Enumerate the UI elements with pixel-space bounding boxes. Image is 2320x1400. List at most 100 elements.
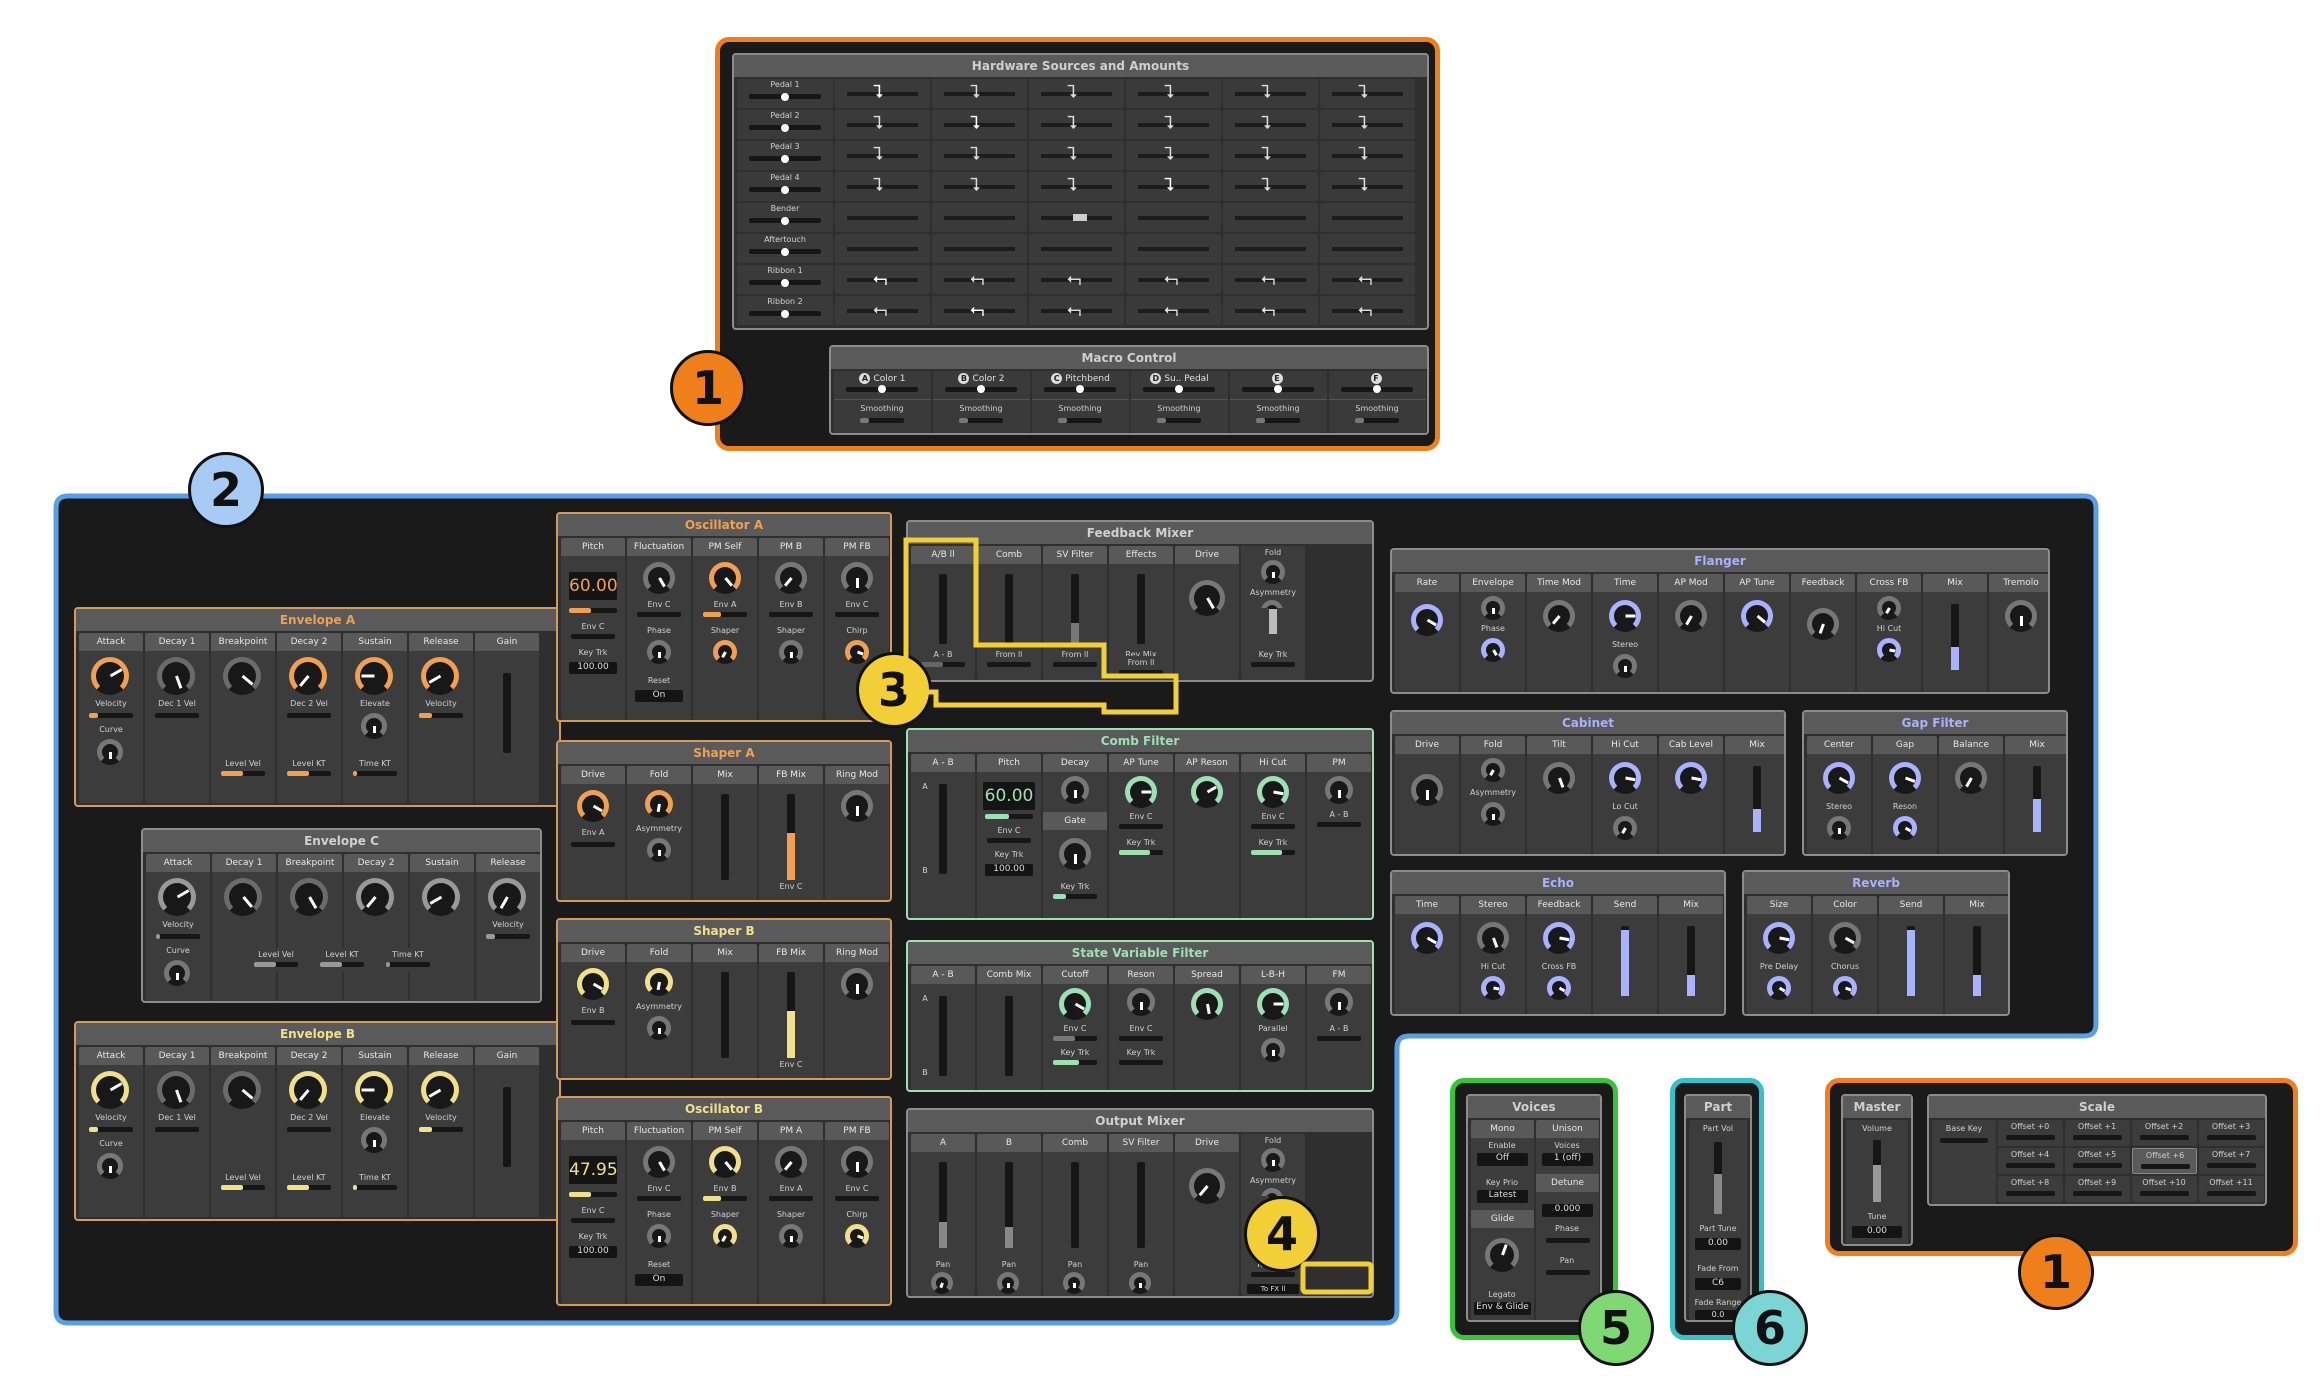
fold-knob[interactable] [1481,758,1505,782]
ap-reson-knob[interactable] [1191,776,1223,808]
comb-filter-col[interactable]: AP Tune Env C Key Trk [1109,754,1173,918]
envelope-a-col[interactable]: Decay 1 Dec 1 Vel [145,633,209,803]
env-c-slider[interactable] [571,1218,615,1223]
pm-fb-knob[interactable] [841,1146,873,1178]
color-knob[interactable] [1829,922,1861,954]
scale-panel[interactable]: Scale Base Key Offset +0 Offset +1 Offset +… [1927,1094,2267,1206]
from-ll-extra[interactable]: From ll [1109,656,1173,680]
gain-fader[interactable] [503,1087,511,1167]
key-trk-value[interactable]: 100.00 [569,662,617,674]
comb-filter-col[interactable]: A - B A B [911,754,975,918]
shaper-b-col[interactable]: Fold Asymmetry [627,944,691,1078]
echo-col[interactable]: Stereo Hi Cut [1461,896,1525,1014]
hi-cut-knob[interactable] [1481,976,1505,1000]
shaper-knob[interactable] [779,640,803,664]
oscillator-a-col[interactable]: Fluctuation Env C Phase Reset On [627,538,691,720]
key-trk-slider[interactable] [1119,850,1163,855]
pm-knob[interactable] [775,562,807,594]
mix-fader[interactable] [1951,604,1959,670]
comb-filter-col[interactable]: Hi Cut Env C Key Trk [1241,754,1305,918]
envelope-b-col[interactable]: Gain [475,1047,539,1217]
elevate-knob[interactable] [361,1127,387,1153]
shaper-knob[interactable] [713,640,737,664]
envelope-knob[interactable] [91,657,129,695]
envelope-knob[interactable] [355,657,393,695]
time-kt[interactable]: Time KT [343,1171,407,1195]
output-mixer-col[interactable]: A Pan [911,1134,975,1296]
gain-fader[interactable] [503,673,511,753]
svf-col[interactable]: Comb Mix [977,966,1041,1090]
asymmetry-knob[interactable] [1481,802,1505,826]
scale-offset-cell[interactable]: Offset +3 [2199,1120,2264,1146]
offset-slider[interactable] [2207,1191,2256,1196]
fold-knob[interactable] [1261,560,1285,584]
a-b-slider[interactable] [921,662,965,667]
hi-cut-knob[interactable] [1257,776,1289,808]
part-section[interactable]: Part Vol Part Tune 0.00 Fade From C6 Fad… [1689,1120,1747,1320]
env-c-slider[interactable] [571,634,615,639]
feedback-mixer-col[interactable]: Drive [1175,546,1239,680]
cabinet-col[interactable]: Hi Cut Lo Cut [1593,736,1657,854]
envelope-c-knob[interactable] [290,878,328,916]
reverb-col[interactable]: Send [1879,896,1943,1014]
velocity-slider[interactable] [89,713,133,718]
time-mod-knob[interactable] [1543,600,1575,632]
time-kt-slider[interactable] [386,962,430,967]
level-vel[interactable]: Level Vel [244,948,308,972]
phase-knob[interactable] [647,640,671,664]
ap-tune-knob[interactable] [1741,600,1773,632]
oscillator-b-col[interactable]: Fluctuation Env C Phase Reset On [627,1122,691,1304]
cross-fb-knob[interactable] [1877,596,1901,620]
envelope-knob[interactable] [289,1071,327,1109]
envelope-c-knob[interactable] [224,878,262,916]
flanger-col[interactable]: Envelope Phase [1461,574,1525,692]
env-c-slider[interactable] [1053,1036,1097,1041]
pitch-bar[interactable] [569,608,617,613]
time-kt[interactable]: Time KT [343,757,407,781]
pm-self-knob[interactable] [709,1146,741,1178]
from-slider[interactable] [1119,670,1163,675]
comb-pitch-display[interactable]: 60.00 [983,782,1035,810]
reverb-col[interactable]: Size Pre Delay [1747,896,1811,1014]
output-mixer-col[interactable]: SV Filter Pan [1109,1134,1173,1296]
shaper-a-col[interactable]: FB Mix Env C [759,766,823,900]
flanger-col[interactable]: Cross FB Hi Cut [1857,574,1921,692]
from-slider[interactable] [987,662,1031,667]
tilt-knob[interactable] [1543,762,1575,794]
curve-knob[interactable] [164,960,190,986]
hi-cut-knob[interactable] [1877,638,1901,662]
env-c-slider[interactable] [1251,824,1295,829]
drive-knob[interactable] [577,790,609,822]
svf-col[interactable]: Spread [1175,966,1239,1090]
level-kt-slider[interactable] [320,962,364,967]
send-fader[interactable] [1621,926,1629,996]
pitch-display[interactable]: 47.95 [569,1156,618,1184]
offset-slider[interactable] [2006,1135,2055,1140]
svf-col[interactable]: L-B-H Parallel [1241,966,1305,1090]
pm-fb-env-slider[interactable] [835,1196,879,1201]
chirp-knob[interactable] [845,1224,869,1248]
reverb-col[interactable]: Mix [1945,896,2008,1014]
time-kt-slider[interactable] [353,1185,397,1190]
curve-knob[interactable] [97,739,123,765]
tremolo-knob[interactable] [2005,600,2037,632]
scale-offset-cell[interactable]: Offset +7 [2199,1148,2264,1174]
echo-col[interactable]: Mix [1659,896,1723,1014]
offset-slider[interactable] [2073,1191,2122,1196]
level-kt[interactable]: Level KT [310,948,374,972]
envelope-c-knob[interactable] [488,878,526,916]
drive-knob[interactable] [1189,580,1225,616]
envelope-a-col[interactable]: Gain [475,633,539,803]
phase-knob[interactable] [1481,638,1505,662]
part-panel[interactable]: Part Part Vol Part Tune 0.00 Fade From C… [1684,1094,1752,1322]
shaper-b-col[interactable]: Drive Env B [561,944,625,1078]
master-panel[interactable]: Master Volume Tune 0.00 [1841,1094,1913,1246]
pm-self-env-slider[interactable] [703,1196,747,1201]
level-vel[interactable]: Level Vel [211,757,275,781]
env-c-slider[interactable] [637,612,681,617]
scale-offset-cell[interactable]: Offset +5 [2065,1148,2130,1174]
flanger-col[interactable]: AP Tune [1725,574,1789,692]
legato-value[interactable]: Env & Glide [1474,1302,1531,1315]
level-vel-slider[interactable] [254,962,298,967]
mix-fader[interactable] [2033,766,2041,832]
